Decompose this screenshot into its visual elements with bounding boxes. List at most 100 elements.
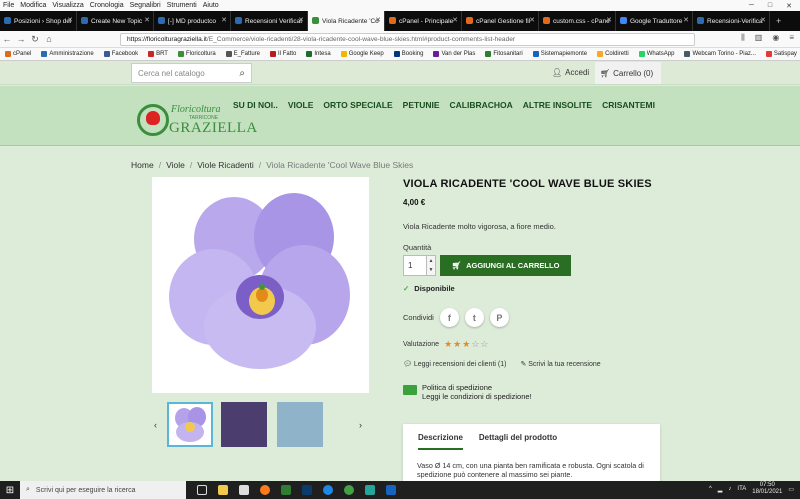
volume-icon[interactable]: ♪ <box>728 486 731 492</box>
maximize-icon[interactable]: □ <box>768 2 772 9</box>
read-reviews-link[interactable]: 💬︎ Leggi recensioni dei clienti (1) <box>403 360 506 368</box>
close-tab-icon[interactable]: ✕ <box>683 16 689 24</box>
browser-tab[interactable]: Recensioni Verificat ✕ <box>231 11 308 31</box>
bookmark[interactable]: Floricoltura <box>177 51 216 57</box>
menu-item-petunie[interactable]: PETUNIE <box>403 100 440 110</box>
close-tab-icon[interactable]: ✕ <box>529 16 535 24</box>
edge-icon[interactable] <box>323 485 333 495</box>
notifications-icon[interactable]: ▭ <box>788 486 794 493</box>
pinterest-share-icon[interactable]: P <box>489 308 509 327</box>
bookmark[interactable]: E_Fatture <box>225 51 260 57</box>
bookmark[interactable]: Il Fatto <box>270 51 296 57</box>
close-tab-icon[interactable]: ✕ <box>67 16 73 24</box>
bookmark[interactable]: Van der Plas <box>433 51 475 57</box>
bookmark[interactable]: Amministrazione <box>41 51 94 57</box>
menu-item-calibrachoa[interactable]: CALIBRACHOA <box>450 100 513 110</box>
menu-visualizza[interactable]: Visualizza <box>52 2 83 9</box>
thumb-next-icon[interactable]: › <box>359 420 362 430</box>
browser-tab[interactable]: cPanel Gestione fil ✕ <box>462 11 539 31</box>
close-tab-icon[interactable]: ✕ <box>375 16 381 24</box>
search-icon[interactable]: ⌕ <box>239 68 245 79</box>
menu-cronologia[interactable]: Cronologia <box>90 2 124 9</box>
breadcrumb-viole-ricadenti[interactable]: Viole Ricadenti <box>197 160 254 170</box>
browser-tab[interactable]: Create New Topic ✕ <box>77 11 154 31</box>
home-icon[interactable]: ⌂ <box>42 34 56 44</box>
cart-link[interactable]: 🛒︎ Carrello (0) <box>595 62 661 84</box>
bookmark[interactable]: BRT <box>148 51 168 57</box>
app-icon[interactable] <box>281 485 291 495</box>
minimize-icon[interactable]: ─ <box>749 2 754 9</box>
add-to-cart-button[interactable]: 🛒︎ AGGIUNGI AL CARRELLO <box>440 255 571 276</box>
reload-icon[interactable]: ↻ <box>28 34 42 45</box>
browser-tab[interactable]: Google Traduttore ✕ <box>616 11 693 31</box>
network-icon[interactable]: ▂ <box>718 486 723 493</box>
menu-strumenti[interactable]: Strumenti <box>167 2 197 9</box>
menu-item-altre-insolite[interactable]: ALTRE INSOLITE <box>523 100 592 110</box>
app-icon[interactable] <box>365 485 375 495</box>
extension-icon[interactable]: ◉ <box>772 33 779 43</box>
close-tab-icon[interactable]: ✕ <box>144 16 150 24</box>
browser-tab[interactable]: cPanel - Principale ✕ <box>385 11 462 31</box>
bookmark[interactable]: Sistemapiemonte <box>532 51 587 57</box>
thumbnail-3[interactable] <box>277 402 323 447</box>
quantity-input[interactable]: 1 <box>403 255 427 276</box>
address-bar[interactable]: https://floricolturagraziella.it/E_Comme… <box>120 33 695 46</box>
menu-aiuto[interactable]: Aiuto <box>203 2 219 9</box>
browser-tab[interactable]: [-] MD productco ✕ <box>154 11 231 31</box>
breadcrumb-viole[interactable]: Viole <box>166 160 185 170</box>
close-tab-icon[interactable]: ✕ <box>221 16 227 24</box>
bookmark[interactable]: Coldiretti <box>597 51 629 57</box>
tab-descrizione[interactable]: Descrizione <box>418 433 463 450</box>
shipping-link[interactable]: Leggi le condizioni di spedizione! <box>422 392 532 401</box>
menu-item-su-di-noi[interactable]: SU DI NOI.. <box>233 100 278 110</box>
bookmark[interactable]: Fitosanitari <box>485 51 523 57</box>
thumbnail-2[interactable] <box>221 402 267 447</box>
chrome-icon[interactable] <box>344 485 354 495</box>
close-tab-icon[interactable]: ✕ <box>452 16 458 24</box>
facebook-share-icon[interactable]: f <box>439 308 459 327</box>
browser-tab[interactable]: Posizioni › Shop del ✕ <box>0 11 77 31</box>
language-indicator[interactable]: ITA <box>737 486 746 492</box>
catalog-search-input[interactable]: Cerca nel catalogo ⌕ <box>131 63 252 83</box>
browser-tab[interactable]: Recensioni-Verifica ✕ <box>693 11 770 31</box>
bookmark[interactable]: Facebook <box>103 51 138 57</box>
menu-item-crisantemi[interactable]: CRISANTEMI <box>602 100 655 110</box>
store-icon[interactable] <box>239 485 249 495</box>
chevron-up-icon[interactable]: ▲ <box>429 258 434 264</box>
menu-icon[interactable]: ≡ <box>789 33 794 43</box>
sidebar-icon[interactable]: ▥ <box>755 33 763 43</box>
new-tab-icon[interactable]: + <box>776 16 781 26</box>
windows-start-icon[interactable]: ⊞ <box>0 485 20 496</box>
clock[interactable]: 07:50 18/01/2021 <box>752 482 782 496</box>
product-main-image[interactable] <box>152 177 369 393</box>
thumbnail-1[interactable] <box>167 402 213 447</box>
task-view-icon[interactable] <box>197 485 207 495</box>
bookmark[interactable]: Intesa <box>306 51 331 57</box>
breadcrumb-home[interactable]: Home <box>131 160 154 170</box>
firefox-icon[interactable] <box>260 485 270 495</box>
browser-tab-active[interactable]: Viola Ricadente 'Co ✕ <box>308 11 385 31</box>
close-tab-icon[interactable]: ✕ <box>606 16 612 24</box>
close-tab-icon[interactable]: ✕ <box>298 16 304 24</box>
chevron-down-icon[interactable]: ▼ <box>429 267 434 273</box>
bookmark[interactable]: Booking <box>393 51 423 57</box>
tab-dettagli[interactable]: Dettagli del prodotto <box>479 433 557 450</box>
bookmark[interactable]: Google Keep <box>340 51 384 57</box>
close-tab-icon[interactable]: ✕ <box>760 16 766 24</box>
library-icon[interactable]: ⫼ <box>741 33 745 43</box>
quantity-stepper[interactable]: ▲ ▼ <box>426 255 436 276</box>
login-link[interactable]: 👤︎ Accedi <box>552 68 589 77</box>
menu-file[interactable]: File <box>3 2 14 9</box>
photoshop-icon[interactable] <box>302 485 312 495</box>
back-icon[interactable]: ← <box>0 34 14 44</box>
menu-item-orto-speciale[interactable]: ORTO SPECIALE <box>323 100 392 110</box>
menu-item-viole[interactable]: VIOLE <box>288 100 314 110</box>
bookmark[interactable]: WhatsApp <box>638 51 674 57</box>
taskbar-search-input[interactable]: ⌕ Scrivi qui per eseguire la ricerca <box>20 481 186 499</box>
write-review-link[interactable]: ✎ Scrivi la tua recensione <box>520 360 600 368</box>
tray-chevron-icon[interactable]: ^ <box>709 486 712 492</box>
menu-modifica[interactable]: Modifica <box>20 2 46 9</box>
twitter-share-icon[interactable]: t <box>464 308 484 327</box>
mail-icon[interactable] <box>386 485 396 495</box>
bookmark[interactable]: Satispay <box>765 51 797 57</box>
